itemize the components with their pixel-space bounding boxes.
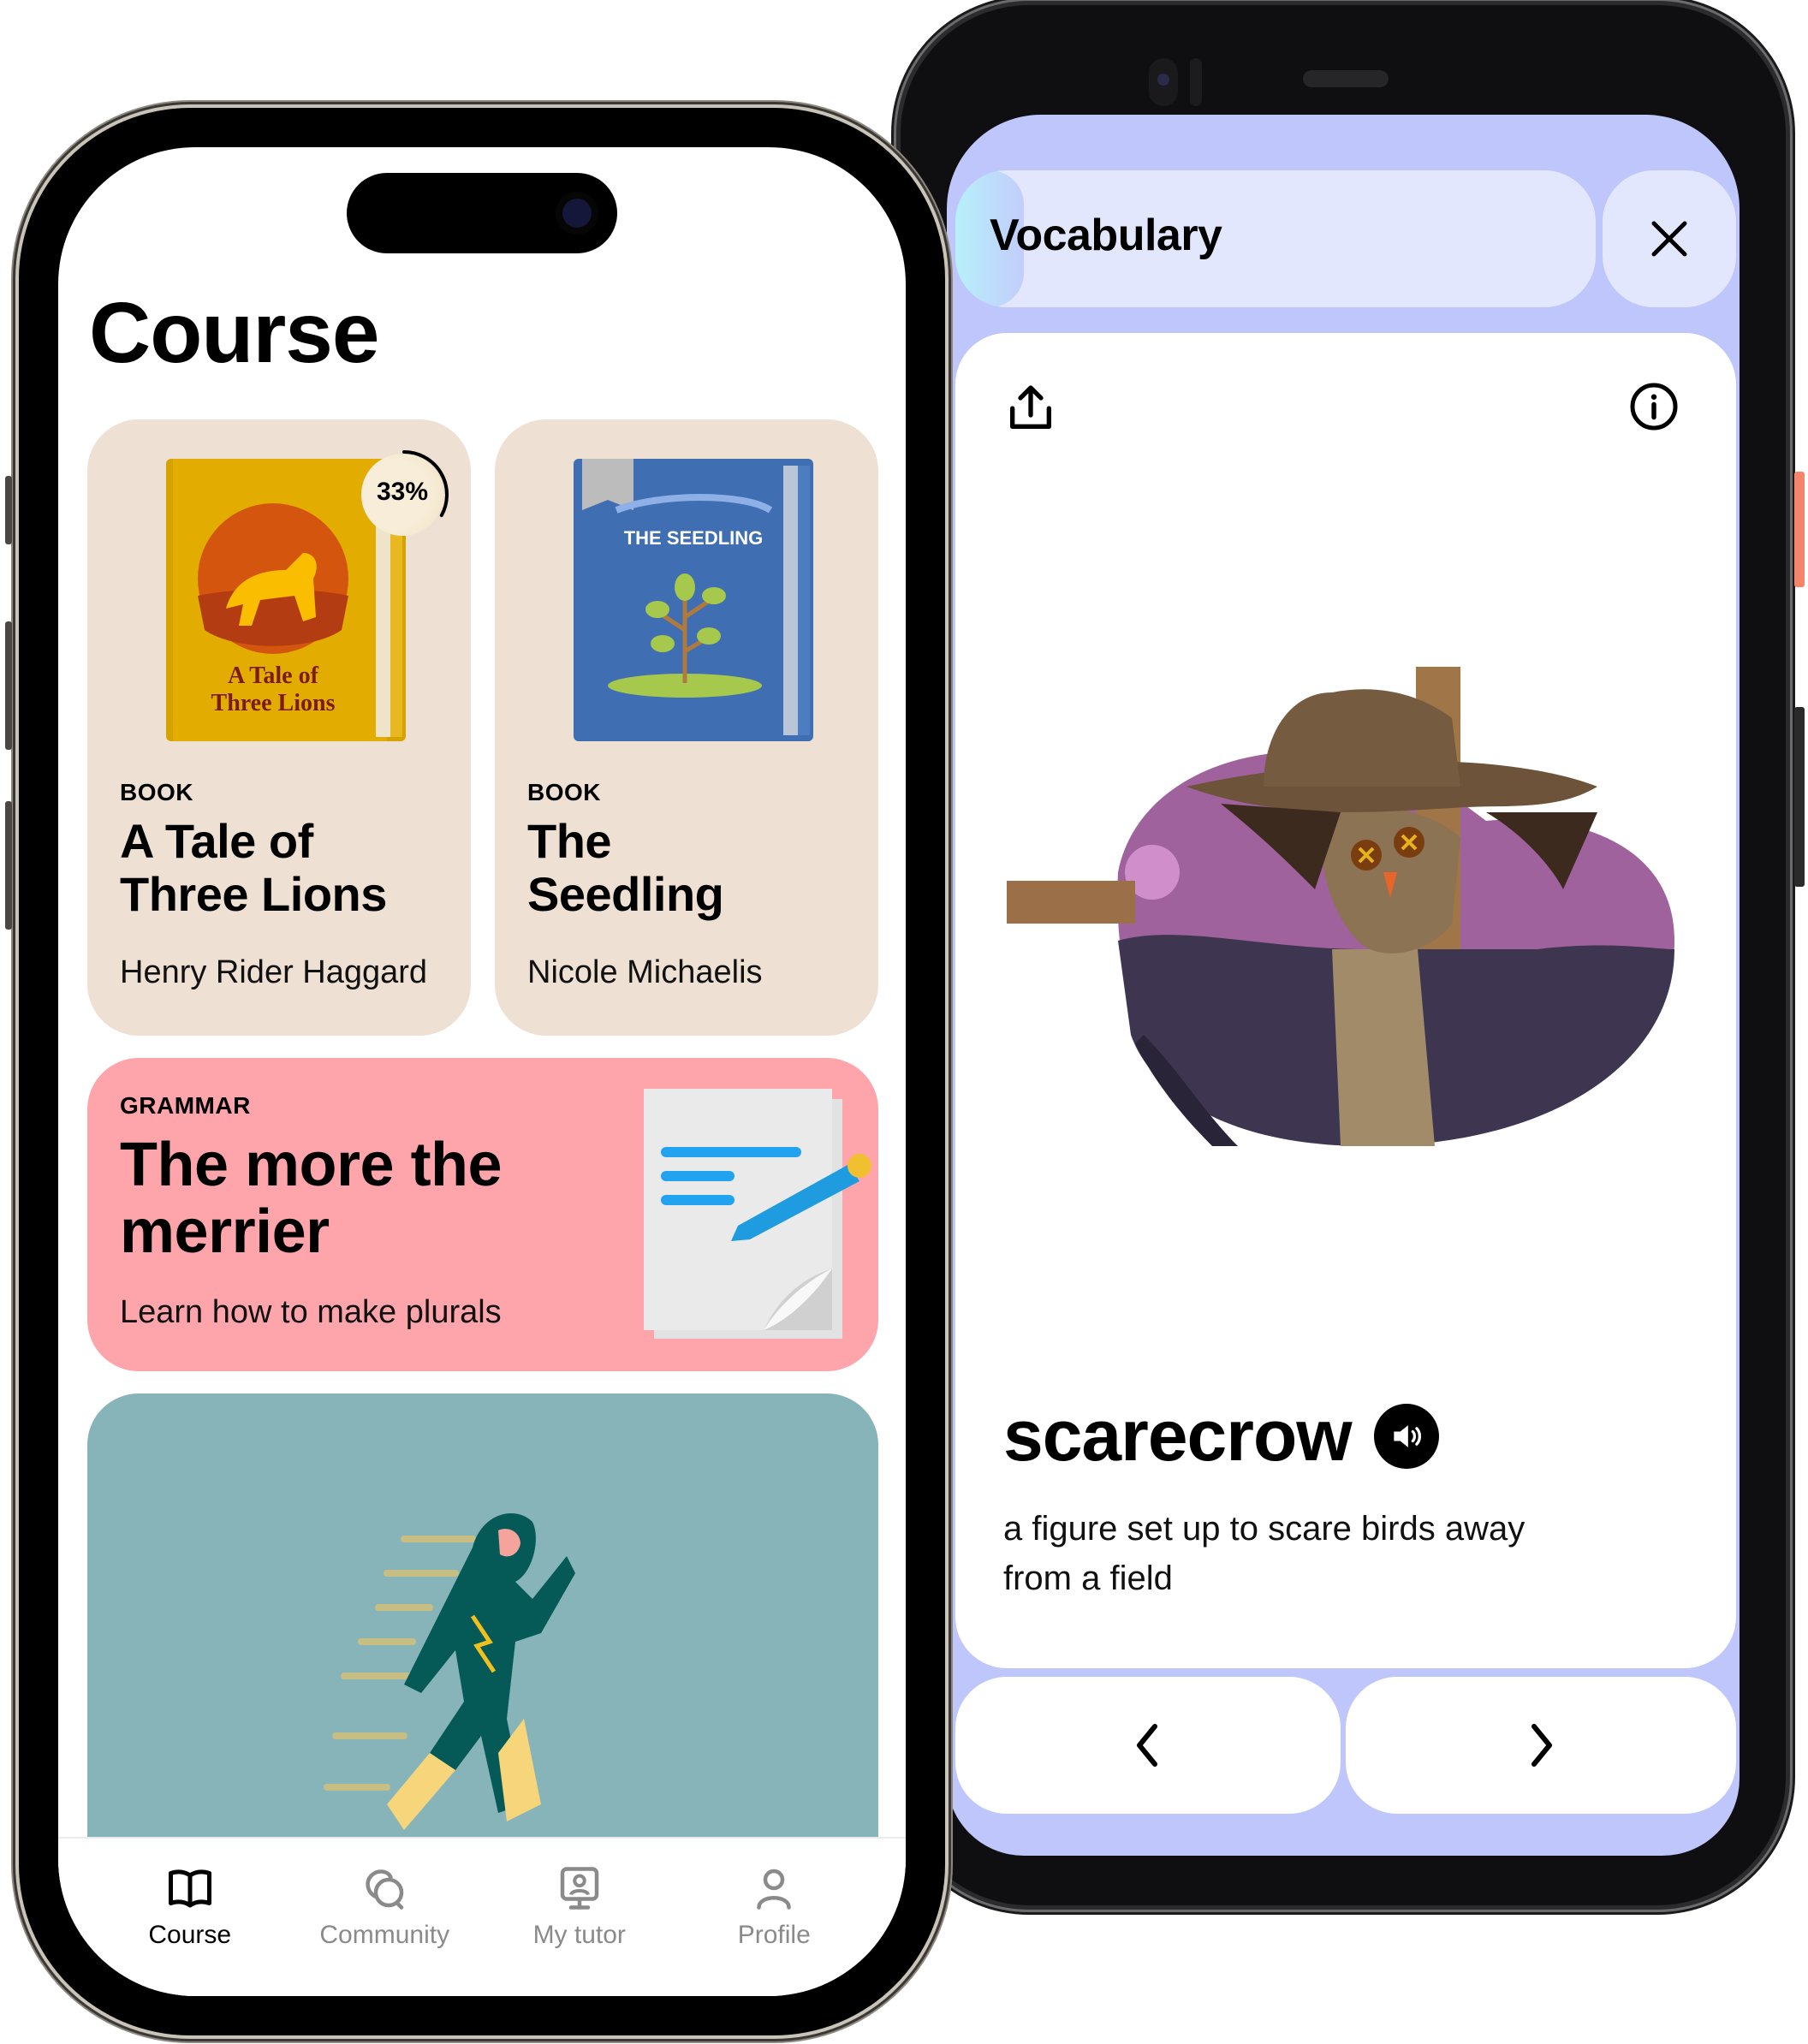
tab-my-tutor[interactable]: My tutor <box>494 1839 665 1996</box>
vocabulary-screen: Vocabulary scarecrow a figure set up to … <box>947 115 1740 1856</box>
card-title-line: A Tale of <box>120 814 313 868</box>
book-open-icon <box>168 1869 211 1908</box>
volume-up-button <box>5 621 12 750</box>
tutor-screen-icon <box>560 1867 598 1910</box>
chevron-right-icon <box>1531 1724 1552 1767</box>
card-tag: GRAMMAR <box>120 1092 251 1119</box>
cover-title-line-1: A Tale of <box>228 663 318 689</box>
header-title: Vocabulary <box>990 211 1222 260</box>
vocab-definition: a figure set up to scare birds away from… <box>1003 1510 1526 1597</box>
card-subtitle: Learn how to make plurals <box>120 1294 502 1330</box>
tab-course[interactable]: Course <box>104 1839 276 1996</box>
word-card: scarecrow a figure set up to scare birds… <box>955 333 1736 1668</box>
front-camera <box>562 199 592 228</box>
progress-badge: 33% <box>360 447 454 541</box>
chevron-left-icon <box>1137 1724 1157 1767</box>
iphone-frame: Course A Tale of Three Lions 33% BOOK A … <box>5 108 945 2035</box>
chat-bubbles-icon <box>366 1869 404 1910</box>
card-title: The Seedling <box>527 814 724 921</box>
card-title-line: The more the <box>120 1131 503 1199</box>
progress-percent: 33% <box>376 478 429 506</box>
previous-button[interactable] <box>955 1677 1341 1814</box>
share-icon[interactable] <box>1003 381 1058 436</box>
vocabulary-header: Vocabulary <box>955 170 1596 307</box>
card-tag: BOOK <box>527 779 601 805</box>
speedster-hero-illustration <box>324 1513 575 1830</box>
tab-label: Course <box>148 1921 232 1949</box>
card-author: Henry Rider Haggard <box>120 954 428 990</box>
card-title-line: Seedling <box>527 867 724 921</box>
android-phone-frame: Vocabulary scarecrow a figure set up to … <box>901 5 1805 1905</box>
course-screen: Course A Tale of Three Lions 33% BOOK A … <box>58 147 906 1996</box>
book-cover-seedling: THE SEEDLING <box>574 459 813 741</box>
close-button[interactable] <box>1603 170 1736 307</box>
info-icon[interactable] <box>1628 381 1680 432</box>
card-title-line: The <box>527 814 612 868</box>
book-card-tale-of-three-lions[interactable]: A Tale of Three Lions 33% BOOK A Tale of… <box>87 419 471 1036</box>
card-author: Nicole Michaelis <box>527 954 763 990</box>
card-title-line: merrier <box>120 1197 330 1266</box>
next-button[interactable] <box>1346 1677 1736 1814</box>
cover-title-line-2: Three Lions <box>211 690 336 716</box>
front-camera <box>1149 58 1178 106</box>
bottom-tab-bar: Course Community My tutor Profile <box>58 1837 906 1996</box>
cover-title: THE SEEDLING <box>624 527 764 549</box>
audio-button[interactable] <box>1373 1403 1439 1469</box>
tab-profile[interactable]: Profile <box>688 1839 859 1996</box>
vocab-word: scarecrow <box>1003 1395 1353 1476</box>
grammar-card[interactable]: GRAMMAR The more the merrier Learn how t… <box>87 1058 878 1371</box>
earpiece-speaker <box>1303 70 1389 87</box>
speaker-icon <box>1393 1424 1421 1447</box>
card-tag: BOOK <box>120 779 193 805</box>
word-row: scarecrow <box>1003 1394 1439 1477</box>
card-title: A Tale of Three Lions <box>120 815 387 921</box>
power-button <box>1794 472 1805 587</box>
sensor <box>1190 58 1202 106</box>
card-title-line: Three Lions <box>120 867 387 921</box>
document-pencil-illustration <box>644 1089 871 1339</box>
mute-switch <box>5 476 12 544</box>
dynamic-island <box>347 173 617 253</box>
person-icon <box>757 1869 791 1910</box>
volume-down-button <box>5 801 12 930</box>
tab-label: Profile <box>737 1921 811 1949</box>
tab-label: My tutor <box>532 1921 626 1949</box>
scarecrow-illustration <box>1007 667 1674 1146</box>
close-icon <box>1651 221 1687 257</box>
volume-button <box>1794 707 1805 887</box>
card-title: The more the merrier <box>120 1132 599 1265</box>
book-card-the-seedling[interactable]: THE SEEDLING BOOK The Seedling Nicole Mi… <box>495 419 878 1036</box>
tab-community[interactable]: Community <box>299 1839 470 1996</box>
featured-card[interactable] <box>87 1393 878 1873</box>
tab-label: Community <box>319 1921 450 1949</box>
page-title: Course <box>89 285 380 381</box>
